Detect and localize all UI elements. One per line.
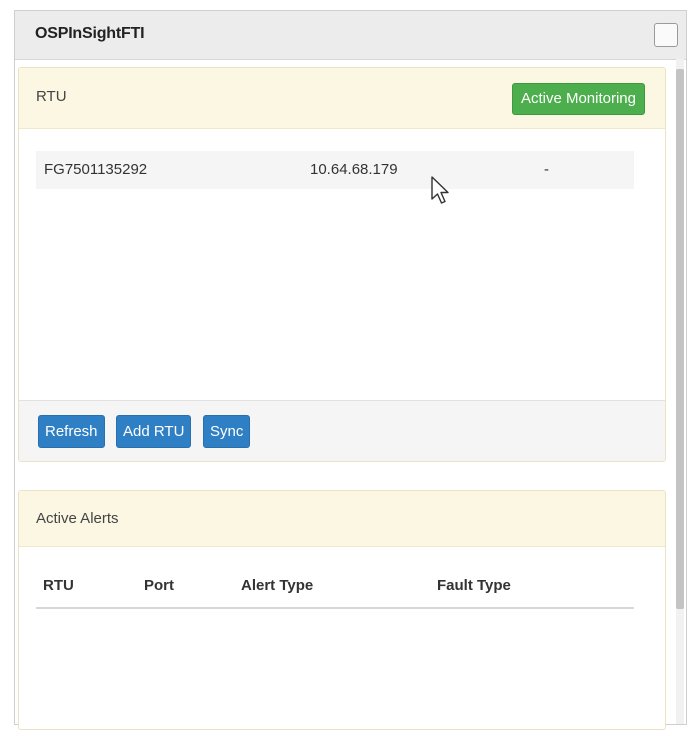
window-titlebar: OSPInSightFTI xyxy=(15,11,686,60)
rtu-panel-title: RTU xyxy=(36,88,67,105)
rtu-list-item[interactable]: FG7501135292 10.64.68.179 - xyxy=(36,151,634,189)
add-rtu-button[interactable]: Add RTU xyxy=(116,415,192,448)
column-header-alert-type[interactable]: Alert Type xyxy=(241,577,313,594)
rtu-panel-heading: RTU Active Monitoring xyxy=(19,68,665,129)
rtu-ip: 10.64.68.179 xyxy=(310,161,398,178)
window-title: OSPInSightFTI xyxy=(35,25,145,42)
mouse-pointer-icon xyxy=(431,176,449,204)
rtu-id: FG7501135292 xyxy=(44,161,148,178)
alerts-table-header: RTU Port Alert Type Fault Type xyxy=(36,571,634,609)
active-monitoring-button[interactable]: Active Monitoring xyxy=(511,83,645,115)
scrollbar-thumb[interactable] xyxy=(676,69,684,609)
column-header-rtu[interactable]: RTU xyxy=(43,577,74,594)
active-alerts-panel: Active Alerts RTU Port Alert Type Fault … xyxy=(18,490,666,730)
sync-button[interactable]: Sync xyxy=(203,415,251,448)
alerts-panel-title: Active Alerts xyxy=(36,510,119,527)
alerts-panel-heading: Active Alerts xyxy=(19,491,665,547)
rtu-extra: - xyxy=(544,161,549,178)
column-header-fault-type[interactable]: Fault Type xyxy=(437,577,511,594)
rtu-panel: RTU Active Monitoring FG7501135292 10.64… xyxy=(18,67,666,462)
window-maximize-button[interactable] xyxy=(654,23,678,47)
column-header-port[interactable]: Port xyxy=(144,577,174,594)
ospinsight-window: OSPInSightFTI RTU Active Monitoring FG75… xyxy=(14,10,687,730)
rtu-panel-footer: Refresh Add RTU Sync xyxy=(19,400,665,461)
refresh-button[interactable]: Refresh xyxy=(38,415,105,448)
